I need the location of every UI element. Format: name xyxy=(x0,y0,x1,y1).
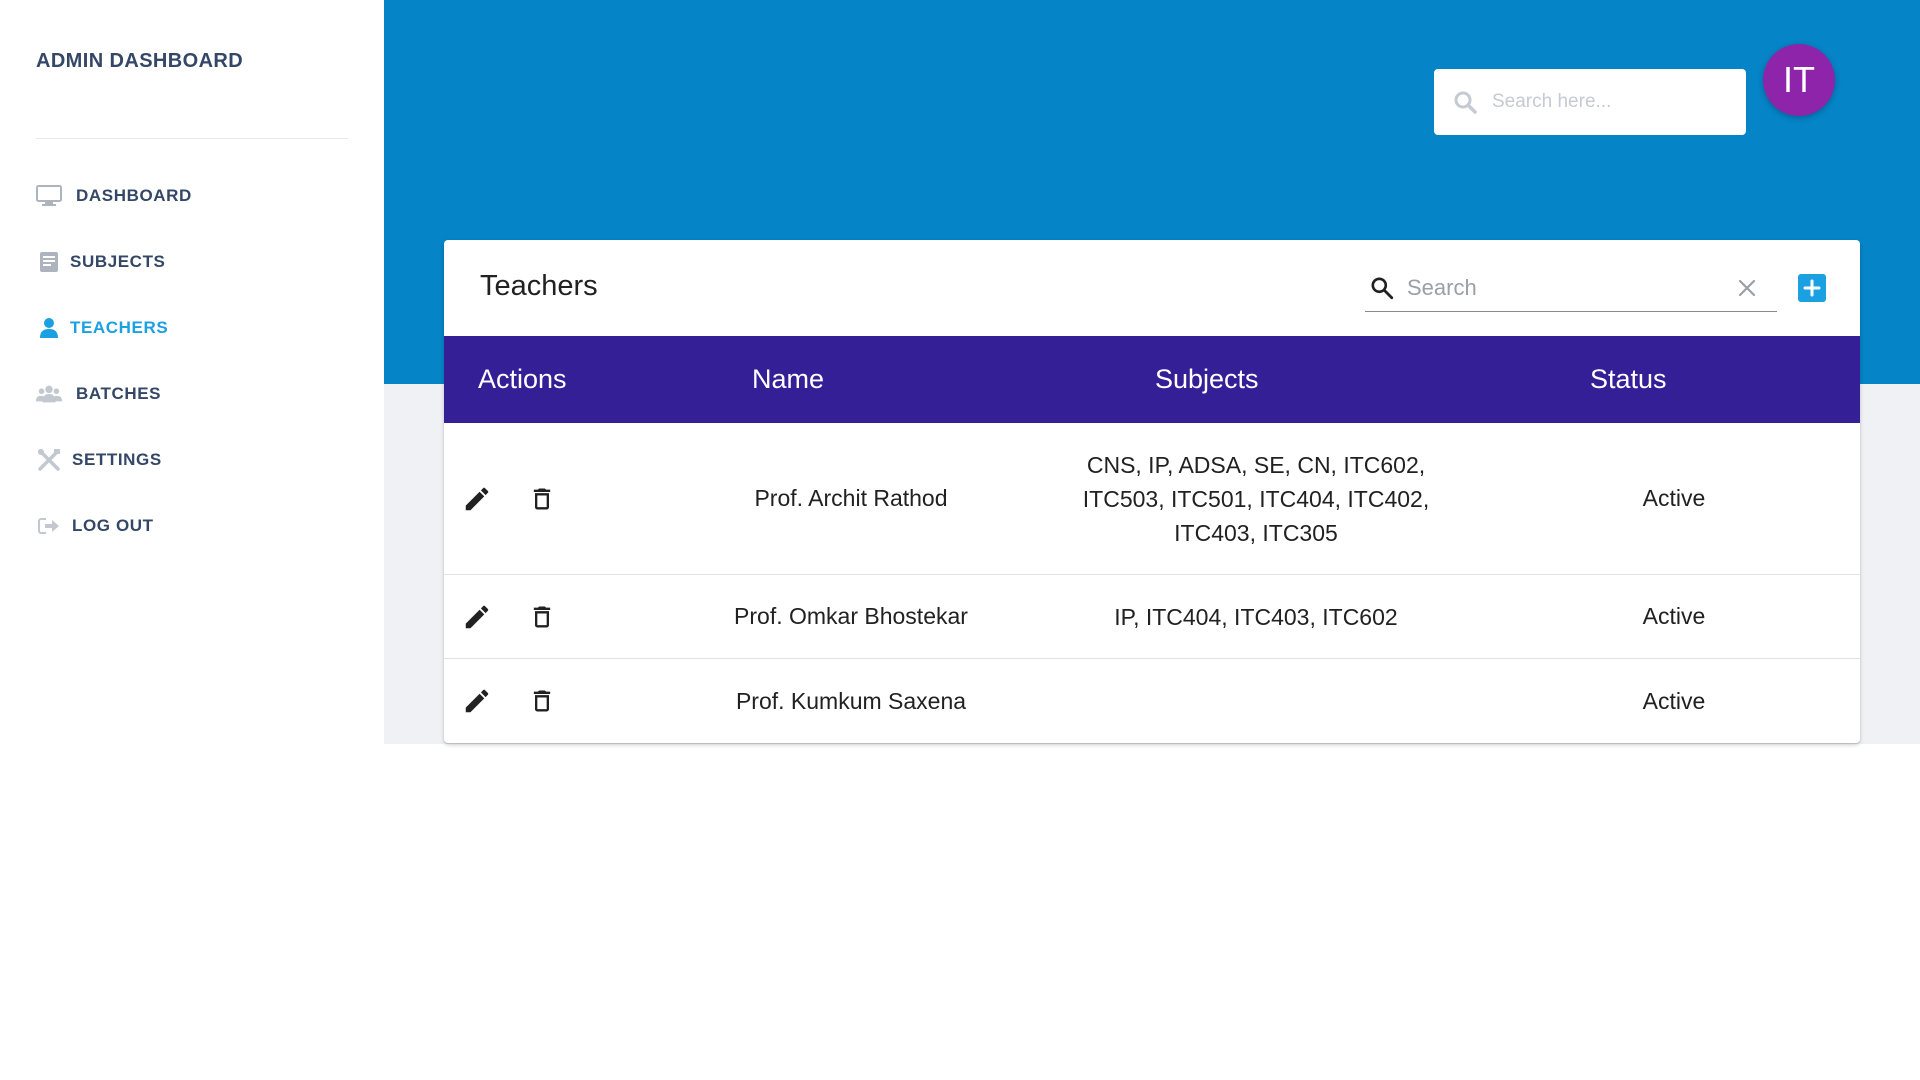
pencil-icon xyxy=(465,605,489,628)
sidebar-item-label: DASHBOARD xyxy=(76,186,192,205)
plus-icon xyxy=(1803,279,1821,297)
person-icon xyxy=(36,315,62,341)
teacher-subjects: CNS, IP, ADSA, SE, CN, ITC602, ITC503, I… xyxy=(1046,423,1466,574)
book-icon xyxy=(36,249,62,275)
sidebar-item-subjects[interactable]: SUBJECTS xyxy=(36,242,166,282)
row-actions xyxy=(462,575,582,658)
trash-icon xyxy=(533,488,551,509)
column-header-name[interactable]: Name xyxy=(752,336,824,423)
search-icon xyxy=(1367,273,1397,303)
add-teacher-button[interactable] xyxy=(1798,274,1826,302)
table-row: Prof. Kumkum Saxena Active xyxy=(444,659,1860,743)
search-icon xyxy=(1452,89,1478,115)
header-search-box[interactable] xyxy=(1434,69,1746,135)
table-search-box[interactable] xyxy=(1365,264,1777,312)
card-title: Teachers xyxy=(480,270,598,302)
sidebar-divider xyxy=(36,138,348,139)
pencil-icon xyxy=(465,487,489,510)
teacher-name: Prof. Kumkum Saxena xyxy=(735,687,967,714)
table-header: Actions Name Subjects Status xyxy=(444,336,1860,423)
pencil-icon xyxy=(465,689,489,713)
sidebar-item-teachers[interactable]: TEACHERS xyxy=(36,308,168,348)
avatar[interactable]: IT xyxy=(1763,44,1835,116)
trash-icon xyxy=(533,690,551,712)
sidebar-item-settings[interactable]: SETTINGS xyxy=(36,440,162,480)
sidebar-item-label: LOG OUT xyxy=(72,516,154,535)
teachers-table: Actions Name Subjects Status Prof. Archi… xyxy=(444,336,1860,743)
edit-button[interactable] xyxy=(462,683,492,719)
table-row: Prof. Omkar Bhostekar IP, ITC404, ITC403… xyxy=(444,575,1860,659)
sidebar-item-label: BATCHES xyxy=(76,384,162,403)
sidebar-item-label: SUBJECTS xyxy=(70,252,166,271)
sidebar-item-logout[interactable]: LOG OUT xyxy=(36,506,154,546)
column-header-actions[interactable]: Actions xyxy=(478,336,567,423)
row-actions xyxy=(462,423,582,574)
edit-button[interactable] xyxy=(462,481,492,517)
content-footer-area xyxy=(384,744,1920,1080)
teacher-name: Prof. Omkar Bhostekar xyxy=(734,603,968,629)
brand-title: ADMIN DASHBOARD xyxy=(36,50,244,72)
teacher-name: Prof. Archit Rathod xyxy=(754,485,948,511)
teacher-subjects: IP, ITC404, ITC403, ITC602 xyxy=(1046,575,1466,658)
sidebar-item-label: SETTINGS xyxy=(72,450,162,469)
close-icon xyxy=(1738,279,1756,297)
tools-icon xyxy=(36,447,62,473)
logout-icon xyxy=(36,513,62,539)
trash-icon xyxy=(533,606,551,627)
column-header-status[interactable]: Status xyxy=(1590,336,1667,423)
subjects-line: IP, ITC404, ITC403, ITC602 xyxy=(1114,603,1398,630)
table-search-input[interactable] xyxy=(1407,274,1727,301)
clear-search-button[interactable] xyxy=(1735,276,1759,300)
card-header: Teachers xyxy=(444,240,1860,336)
subjects-line: CNS, IP, ADSA, SE, CN, ITC602, xyxy=(1086,451,1426,478)
sidebar-item-batches[interactable]: BATCHES xyxy=(36,374,161,414)
teacher-status: Active xyxy=(1642,485,1706,511)
monitor-icon xyxy=(36,183,62,209)
column-header-subjects[interactable]: Subjects xyxy=(1155,336,1259,423)
teacher-status: Active xyxy=(1642,603,1706,629)
sidebar-item-dashboard[interactable]: DASHBOARD xyxy=(36,176,192,216)
teacher-subjects xyxy=(1046,659,1466,743)
teachers-card: Teachers Actions Name Subjects Status xyxy=(444,240,1860,743)
subjects-line: ITC503, ITC501, ITC404, ITC402, xyxy=(1082,485,1430,512)
sidebar: ADMIN DASHBOARD DASHBOARD SUBJECTS TEACH… xyxy=(0,0,384,1080)
users-group-icon xyxy=(36,381,62,407)
header-search-input[interactable] xyxy=(1492,91,1732,113)
edit-button[interactable] xyxy=(462,599,492,635)
delete-button[interactable] xyxy=(528,683,556,719)
teacher-status: Active xyxy=(1642,687,1706,714)
delete-button[interactable] xyxy=(528,599,556,635)
subjects-line: ITC403, ITC305 xyxy=(1174,519,1338,546)
table-row: Prof. Archit Rathod CNS, IP, ADSA, SE, C… xyxy=(444,423,1860,575)
row-actions xyxy=(462,659,582,743)
sidebar-item-label: TEACHERS xyxy=(70,318,169,337)
delete-button[interactable] xyxy=(528,481,556,517)
